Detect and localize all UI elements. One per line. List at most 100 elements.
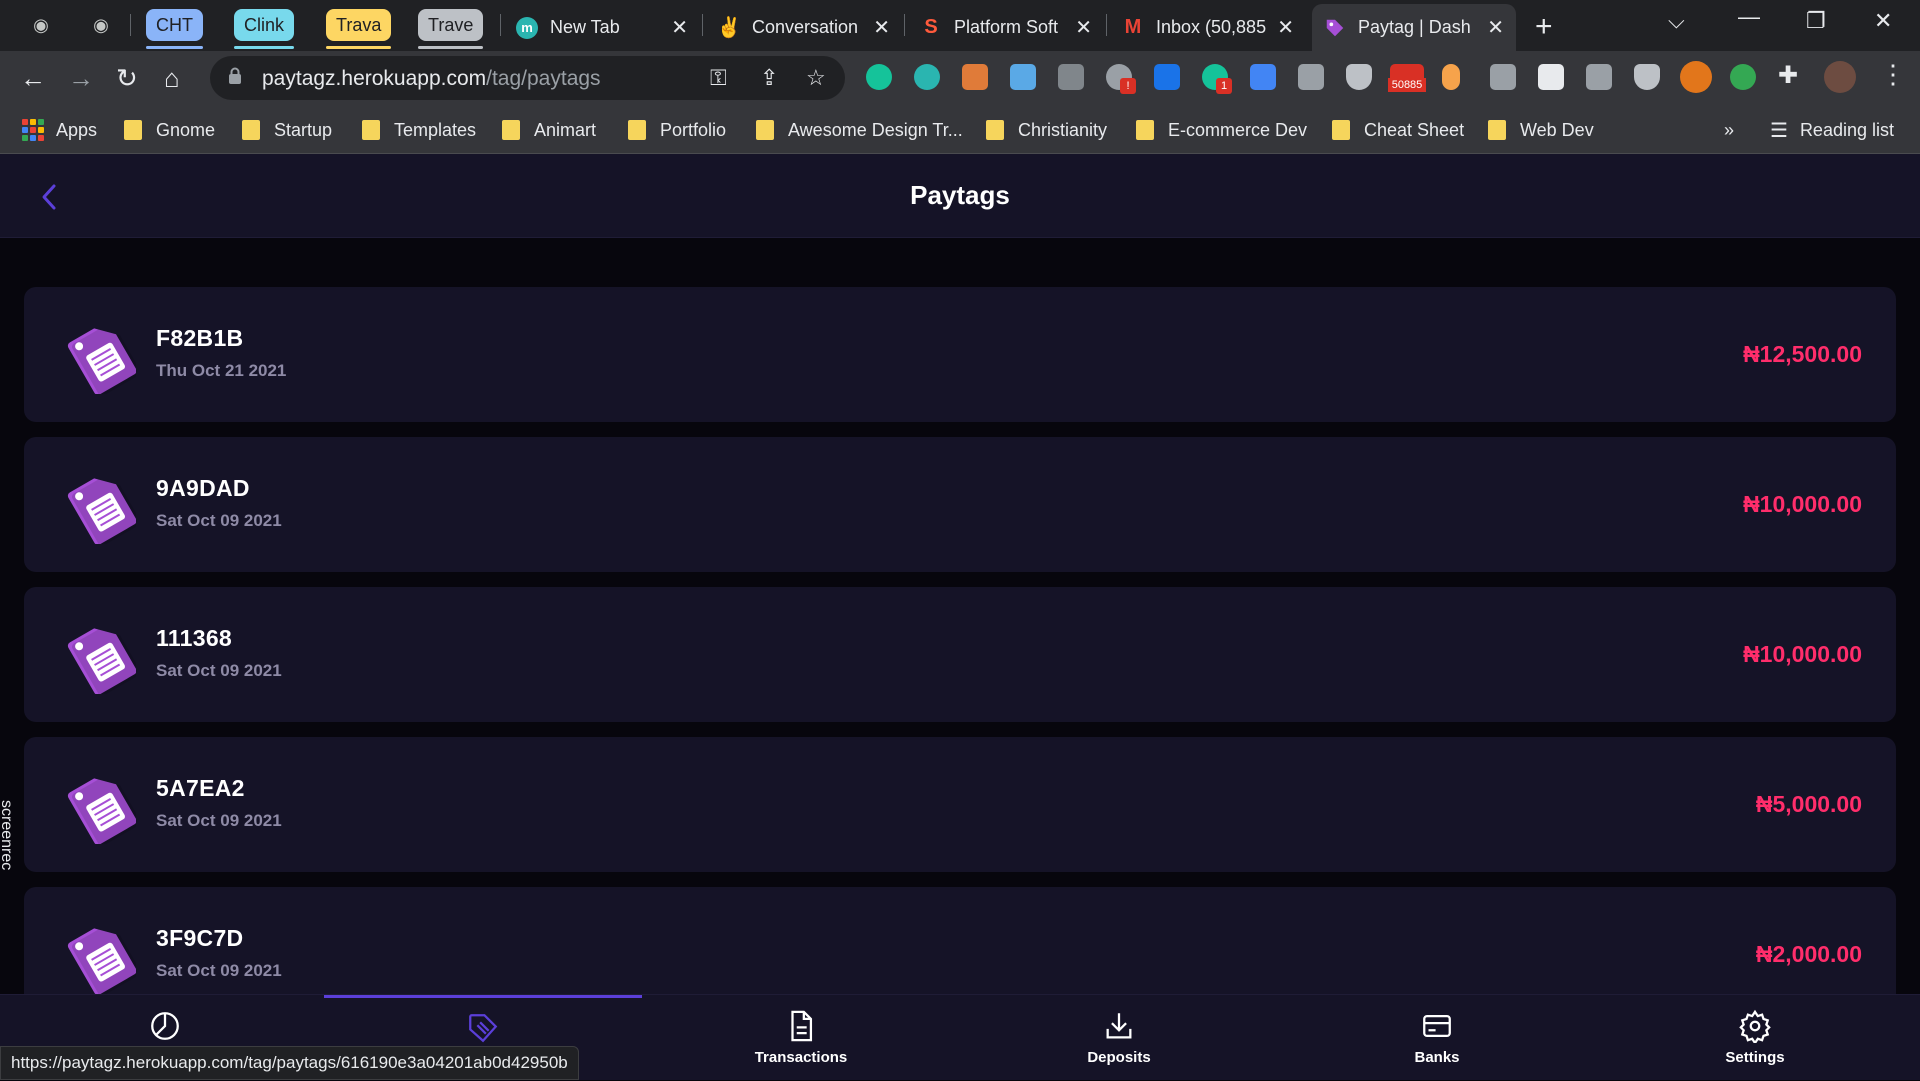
translate-icon[interactable] <box>1250 64 1276 90</box>
m-extension-icon[interactable] <box>914 64 940 90</box>
bookmark-animart[interactable]: Animart <box>502 116 596 144</box>
text-extension-icon[interactable] <box>1010 64 1036 90</box>
camera-icon[interactable] <box>1490 64 1516 90</box>
bookmark-label: Startup <box>274 119 333 140</box>
screenrec-label: screenrec <box>0 800 15 871</box>
vpn-shield-icon[interactable] <box>1634 64 1660 90</box>
notion-icon[interactable] <box>1538 64 1564 90</box>
tab-title: Conversation <box>752 17 859 37</box>
url-text[interactable]: paytagz.herokuapp.com/tag/paytags <box>262 67 601 91</box>
mail-checker-icon[interactable]: 50885 <box>1388 64 1426 92</box>
page-header: Paytags <box>0 154 1920 238</box>
bookmark-label: Cheat Sheet <box>1364 119 1465 140</box>
gear-icon <box>1739 1009 1771 1043</box>
bookmark-label: Animart <box>534 119 597 140</box>
bookmark-web-dev[interactable]: Web Dev <box>1488 116 1594 144</box>
shield-icon[interactable] <box>1346 64 1372 90</box>
printer-icon[interactable] <box>1298 64 1324 90</box>
h-extension-icon[interactable] <box>1586 64 1612 90</box>
globe-icon[interactable]: ◉ <box>28 12 54 38</box>
back-arrow-icon[interactable]: ← <box>20 63 46 94</box>
grammarly-icon[interactable] <box>866 64 892 90</box>
key-icon[interactable]: ⚿ <box>710 65 727 91</box>
more-bookmarks-button[interactable]: » <box>1724 116 1734 144</box>
bookmark-label: Apps <box>56 119 98 140</box>
star-icon[interactable]: ☆ <box>806 65 826 91</box>
tab-new-tab[interactable]: m New Tab ✕ <box>504 4 700 51</box>
address-bar[interactable]: paytagz.herokuapp.com/tag/paytags ⚿ ⇪ ☆ <box>210 56 845 100</box>
tab-paytag-dash[interactable]: Paytag | Dash ✕ <box>1312 4 1516 51</box>
bookmark-templates[interactable]: Templates <box>362 116 476 144</box>
apps-grid-icon <box>22 119 44 141</box>
code-extension-icon[interactable] <box>1058 64 1084 90</box>
paytag-amount: ₦10,000.00 <box>1743 641 1862 667</box>
nav-deposits[interactable]: Deposits <box>960 995 1278 1081</box>
paytag-code: F82B1B <box>156 325 244 351</box>
cookie-extension-icon[interactable] <box>962 64 988 90</box>
page-title: Paytags <box>910 180 1010 210</box>
tab-platform-soft[interactable]: S Platform Soft ✕ <box>908 4 1104 51</box>
close-icon[interactable]: ✕ <box>1075 15 1092 40</box>
globe-extension-icon[interactable] <box>1730 64 1756 90</box>
tab-group-cht[interactable]: CHT <box>146 9 203 49</box>
bookmark-ecommerce-dev[interactable]: E-commerce Dev <box>1136 116 1307 144</box>
close-icon[interactable]: ✕ <box>873 15 890 40</box>
home-icon[interactable]: ⌂ <box>164 63 180 94</box>
reload-icon[interactable]: ↻ <box>116 63 138 94</box>
folder-icon <box>362 120 380 140</box>
share-icon[interactable]: ⇪ <box>760 65 778 91</box>
avatar[interactable] <box>1824 61 1856 93</box>
folder-icon <box>124 120 142 140</box>
puzzle-icon[interactable]: ✚ <box>1778 61 1798 90</box>
close-icon[interactable]: ✕ <box>671 15 688 40</box>
tab-group-trave[interactable]: Trave <box>418 9 484 49</box>
paytag-card[interactable]: F82B1B Thu Oct 21 2021 ₦12,500.00 <box>24 287 1896 422</box>
kebab-menu-icon[interactable]: ⋮ <box>1880 59 1906 90</box>
minimize-button[interactable]: — <box>1738 4 1760 30</box>
paytag-card[interactable]: 111368 Sat Oct 09 2021 ₦10,000.00 <box>24 587 1896 722</box>
tab-group-clink[interactable]: Clink <box>234 9 295 49</box>
nav-transactions[interactable]: Transactions <box>642 995 960 1081</box>
tag-icon <box>1324 17 1346 39</box>
bookmark-gnome[interactable]: Gnome <box>124 116 215 144</box>
paytag-date: Sat Oct 09 2021 <box>156 811 282 830</box>
restore-button[interactable]: ❐ <box>1806 8 1826 34</box>
browser-toolbar: ← → ↻ ⌂ paytagz.herokuapp.com/tag/paytag… <box>0 51 1920 106</box>
bookmark-awesome-design[interactable]: Awesome Design Tr... <box>756 116 963 144</box>
reading-list-button[interactable]: ☰ Reading list <box>1770 116 1894 144</box>
close-icon[interactable]: ✕ <box>1487 15 1504 40</box>
tab-separator <box>130 14 131 36</box>
bookmark-startup[interactable]: Startup <box>242 116 332 144</box>
new-tab-button[interactable]: + <box>1535 10 1553 44</box>
forward-arrow-icon[interactable]: → <box>68 63 94 94</box>
bookmark-cheat-sheet[interactable]: Cheat Sheet <box>1332 116 1464 144</box>
paytag-code: 111368 <box>156 625 233 651</box>
nav-banks[interactable]: Banks <box>1278 995 1596 1081</box>
bulb-icon[interactable] <box>1442 64 1460 90</box>
bookmark-label: E-commerce Dev <box>1168 119 1308 140</box>
window-close-button[interactable]: ✕ <box>1874 8 1892 34</box>
paytag-date: Sat Oct 09 2021 <box>156 961 282 980</box>
paytag-card[interactable]: 9A9DAD Sat Oct 09 2021 ₦10,000.00 <box>24 437 1896 572</box>
chevron-down-icon[interactable]: ⌵ <box>1668 8 1685 34</box>
tab-conversation[interactable]: ✌ Conversation ✕ <box>706 4 902 51</box>
bookmark-apps[interactable]: Apps <box>22 116 97 144</box>
close-icon[interactable]: ✕ <box>1277 15 1294 40</box>
tab-group-trava[interactable]: Trava <box>326 9 392 49</box>
paytag-card[interactable]: 5A7EA2 Sat Oct 09 2021 ₦5,000.00 <box>24 737 1896 872</box>
globe-icon[interactable]: ◉ <box>88 12 114 38</box>
a-extension-icon[interactable]: 1 <box>1202 64 1232 94</box>
extension-badge: ! <box>1120 78 1136 94</box>
nav-settings[interactable]: Settings <box>1596 995 1914 1081</box>
tab-inbox[interactable]: M Inbox (50,885 ✕ <box>1110 4 1306 51</box>
metamask-icon[interactable] <box>1680 61 1712 93</box>
paytags-page: Paytags F82B1B Thu Oct 21 2021 ₦12,500.00 9… <box>0 154 1920 1080</box>
paytag-code: 5A7EA2 <box>156 775 245 801</box>
paytag-date: Sat Oct 09 2021 <box>156 661 282 680</box>
bookmark-portfolio[interactable]: Portfolio <box>628 116 726 144</box>
q-extension-icon[interactable] <box>1154 64 1180 90</box>
paytag-date: Thu Oct 21 2021 <box>156 361 287 380</box>
bookmark-christianity[interactable]: Christianity <box>986 116 1107 144</box>
extension-icon[interactable]: ! <box>1106 64 1136 94</box>
paytag-code: 3F9C7D <box>156 925 244 951</box>
